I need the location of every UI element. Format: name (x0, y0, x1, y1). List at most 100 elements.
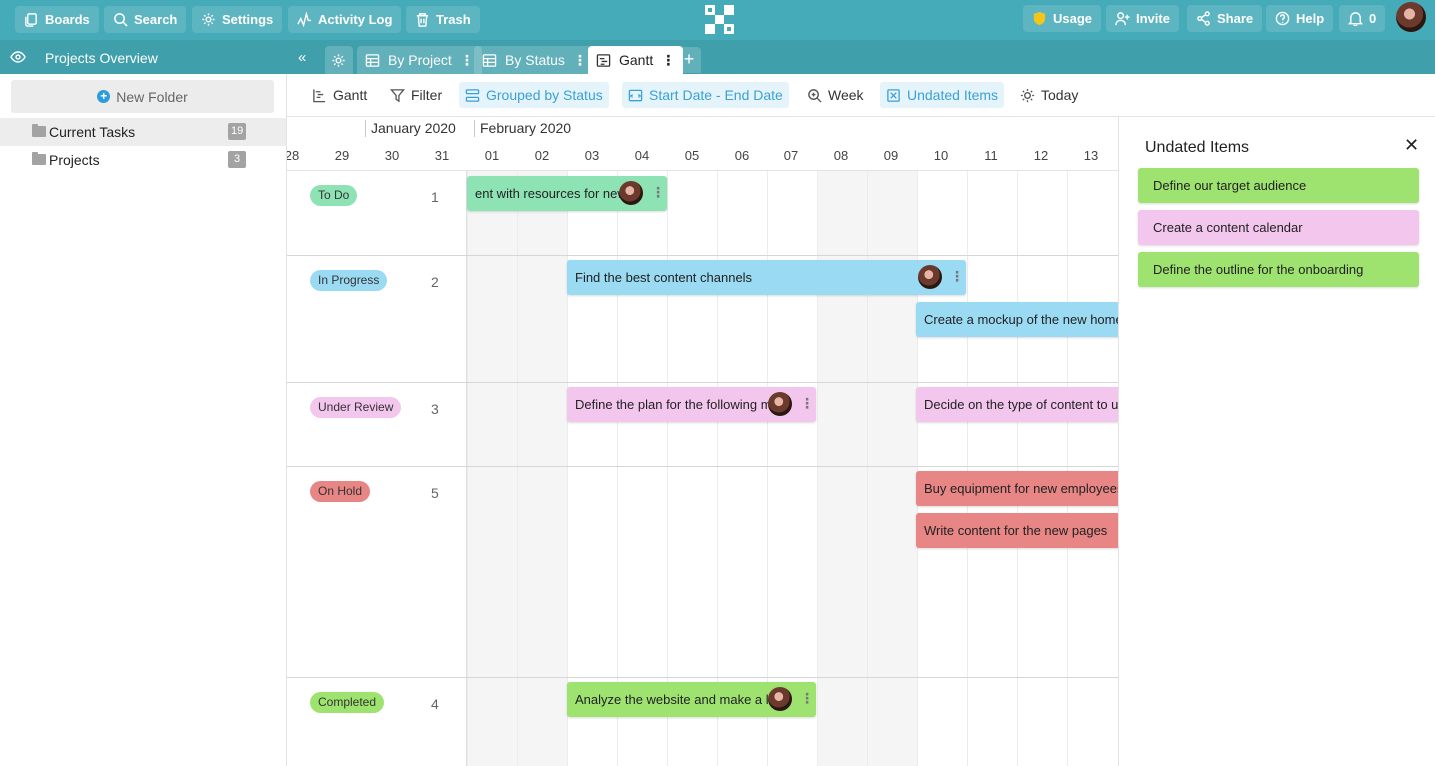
zoom-icon (808, 88, 822, 103)
shield-icon (1033, 11, 1046, 26)
view-bar: Projects Overview « By Project ⋮ By Stat… (0, 40, 1435, 74)
eye-icon[interactable] (10, 50, 26, 64)
search-icon (114, 13, 128, 27)
folder-projects[interactable]: Projects 3 (0, 146, 286, 174)
usage-button[interactable]: Usage (1023, 5, 1102, 32)
day-label: 11 (984, 148, 998, 163)
trash-icon (416, 13, 429, 27)
day-label: 29 (334, 148, 350, 163)
undated-item[interactable]: Define the outline for the onboarding (1138, 252, 1419, 287)
day-label: 04 (634, 148, 650, 163)
close-icon[interactable]: ✕ (1404, 135, 1419, 156)
day-label: 10 (933, 148, 949, 163)
assignee-avatar[interactable] (768, 687, 792, 711)
month-label: January 2020 (365, 120, 456, 137)
board-title: Projects Overview (45, 50, 158, 66)
help-button[interactable]: Help (1266, 5, 1334, 32)
day-label: 07 (783, 148, 799, 163)
gantt-view-button[interactable]: Gantt (306, 82, 373, 108)
tab-menu-icon[interactable]: ⋮ (573, 52, 587, 69)
calendar-range-icon (628, 89, 643, 101)
share-button[interactable]: Share (1187, 5, 1263, 32)
settings-button[interactable]: Settings (192, 6, 283, 33)
task-menu-icon[interactable]: ⋮ (800, 690, 814, 707)
logo-icon[interactable] (705, 5, 734, 34)
group-count: 1 (431, 189, 439, 205)
notifications-count: 0 (1369, 11, 1377, 26)
day-label: 06 (734, 148, 750, 163)
month-label: February 2020 (474, 120, 571, 137)
date-range-button[interactable]: Start Date - End Date (622, 82, 789, 108)
folder-icon (32, 124, 46, 137)
boards-button[interactable]: Boards (15, 6, 99, 33)
status-badge-on-hold: On Hold (310, 481, 371, 502)
notifications-button[interactable]: 0 (1339, 5, 1386, 32)
status-badge-completed: Completed (310, 692, 385, 713)
table-icon (365, 53, 380, 67)
task-menu-icon[interactable]: ⋮ (651, 184, 665, 201)
day-label: 05 (684, 148, 700, 163)
boards-icon (25, 13, 37, 27)
undated-items-button[interactable]: Undated Items (880, 82, 1005, 108)
group-by-button[interactable]: Grouped by Status (459, 82, 609, 108)
help-icon (1275, 11, 1290, 26)
group-count: 3 (431, 401, 439, 417)
task-menu-icon[interactable]: ⋮ (950, 268, 964, 285)
zoom-week-button[interactable]: Week (801, 82, 870, 108)
search-button[interactable]: Search (104, 6, 187, 33)
task-bar[interactable]: Decide on the type of content to us (916, 387, 1118, 422)
plus-icon: + (97, 90, 111, 103)
tool-label: Grouped by Status (486, 87, 603, 103)
activity-log-button[interactable]: Activity Log (288, 6, 402, 33)
task-title: Create a mockup of the new home (924, 312, 1118, 327)
gear-icon (332, 53, 345, 67)
task-bar[interactable]: Find the best content channels ⋮ (567, 260, 966, 295)
add-view-button[interactable]: + (677, 47, 701, 73)
filter-button[interactable]: Filter (384, 82, 448, 108)
view-settings-tab[interactable] (325, 46, 353, 74)
user-avatar[interactable] (1396, 2, 1426, 32)
assignee-avatar[interactable] (619, 181, 643, 205)
undated-icon (887, 88, 900, 102)
day-label: 02 (534, 148, 550, 163)
folder-count-badge: 19 (228, 123, 247, 140)
task-bar[interactable]: ent with resources for new ⋮ (467, 176, 667, 211)
day-label: 13 (1083, 148, 1099, 163)
status-badge-under-review: Under Review (310, 397, 402, 418)
status-badge-to-do: To Do (310, 185, 358, 206)
folder-count-badge: 3 (228, 151, 246, 168)
invite-label: Invite (1136, 11, 1170, 26)
trash-button[interactable]: Trash (406, 6, 480, 33)
group-count: 5 (431, 485, 439, 501)
tab-menu-icon[interactable]: ⋮ (460, 52, 474, 69)
tool-label: Start Date - End Date (649, 87, 783, 103)
tab-by-status[interactable]: By Status ⋮ (474, 46, 595, 74)
task-bar[interactable]: Buy equipment for new employees (916, 471, 1118, 506)
task-menu-icon[interactable]: ⋮ (800, 395, 814, 412)
task-title: Analyze the website and make a lis (575, 692, 779, 707)
task-bar[interactable]: Write content for the new pages (916, 513, 1118, 548)
today-button[interactable]: Today (1014, 82, 1084, 108)
activity-icon (297, 12, 312, 27)
invite-button[interactable]: Invite (1106, 5, 1179, 32)
tab-by-project[interactable]: By Project ⋮ (357, 46, 482, 74)
tab-menu-icon[interactable]: ⋮ (661, 52, 675, 69)
undated-item[interactable]: Create a content calendar (1138, 210, 1419, 245)
task-bar[interactable]: Analyze the website and make a lis ⋮ (567, 682, 816, 717)
day-label: 30 (384, 148, 400, 163)
undated-item[interactable]: Define our target audience (1138, 168, 1419, 203)
usage-label: Usage (1053, 11, 1093, 26)
collapse-sidebar-icon[interactable]: « (298, 49, 306, 66)
group-count: 2 (431, 274, 439, 290)
task-bar[interactable]: Define the plan for the following m ⋮ (567, 387, 816, 422)
day-label: 28 (287, 148, 300, 163)
assignee-avatar[interactable] (918, 265, 942, 289)
gantt-icon (596, 53, 611, 67)
tab-gantt[interactable]: Gantt ⋮ (588, 46, 684, 74)
status-badge-in-progress: In Progress (310, 270, 388, 291)
assignee-avatar[interactable] (768, 392, 792, 416)
task-title: Write content for the new pages (924, 523, 1108, 538)
task-bar[interactable]: Create a mockup of the new home (916, 302, 1118, 337)
new-folder-button[interactable]: + New Folder (11, 80, 274, 113)
folder-current-tasks[interactable]: Current Tasks 19 (0, 118, 286, 146)
